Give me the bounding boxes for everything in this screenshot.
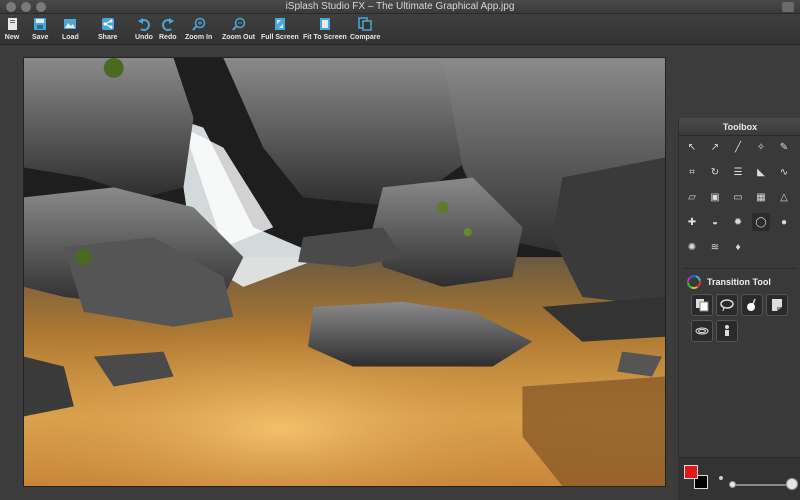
title-bar: iSplash Studio FX – The Ultimate Graphic…: [0, 0, 800, 14]
compare-button[interactable]: Compare: [350, 17, 380, 43]
brush-size-slider-track[interactable]: [733, 484, 791, 486]
waterfall-photo: [24, 58, 665, 486]
shadow-icon[interactable]: ▭: [729, 188, 747, 206]
main-toolbar: New Save Load Share Undo Redo Zoom In Zo…: [0, 14, 800, 45]
fit-to-screen-button[interactable]: Fit To Screen: [303, 17, 347, 43]
color-wheel-icon: [687, 275, 701, 289]
save-icon: [34, 18, 47, 30]
brush-size-slider-knob[interactable]: [786, 478, 798, 490]
transition-tool-header: Transition Tool: [687, 275, 771, 289]
zoom-out-button[interactable]: Zoom Out: [222, 17, 255, 43]
app-window: iSplash Studio FX – The Ultimate Graphic…: [0, 0, 800, 500]
load-icon: [64, 19, 77, 29]
compare-icon: [358, 17, 372, 31]
eraser-icon[interactable]: ▱: [683, 188, 701, 206]
zoom-in-icon: [191, 17, 205, 31]
magic-wand-icon[interactable]: ✧: [752, 138, 770, 156]
wave-icon[interactable]: ≋: [706, 238, 724, 256]
brush-icon[interactable]: ╱: [729, 138, 747, 156]
panel-divider: [683, 268, 797, 269]
person-icon[interactable]: [716, 320, 738, 342]
save-label: Save: [32, 34, 49, 41]
undo-button[interactable]: Undo: [135, 17, 153, 43]
starburst-icon[interactable]: ✹: [729, 213, 747, 231]
compare-label: Compare: [350, 34, 381, 41]
share-label: Share: [98, 34, 118, 41]
toolbox-title: Toolbox: [679, 118, 800, 136]
bandage-icon[interactable]: ✚: [683, 213, 701, 231]
curves-icon[interactable]: ∿: [775, 163, 793, 181]
rotate-icon[interactable]: ↻: [706, 163, 724, 181]
crop-icon[interactable]: ⌗: [683, 163, 701, 181]
fit-to-screen-icon: [319, 18, 330, 30]
brush-dot-icon[interactable]: [741, 294, 763, 316]
load-button[interactable]: Load: [62, 17, 79, 43]
undo-icon: [137, 18, 150, 31]
layer-copy-icon[interactable]: [691, 294, 713, 316]
full-screen-icon: [274, 18, 285, 30]
ripple-icon[interactable]: [691, 320, 713, 342]
fit-to-screen-label: Fit To Screen: [303, 34, 347, 41]
gradient-icon[interactable]: ▦: [752, 188, 770, 206]
window-title: iSplash Studio FX – The Ultimate Graphic…: [285, 1, 515, 12]
droplet-icon[interactable]: ♦: [729, 238, 747, 256]
redo-label: Redo: [159, 34, 177, 41]
radial-gradient-icon[interactable]: ●: [775, 213, 793, 231]
share-button[interactable]: Share: [98, 17, 117, 43]
foreground-color-swatch[interactable]: [684, 465, 698, 479]
zoom-out-icon: [231, 17, 245, 31]
paint-bucket-icon[interactable]: ◣: [752, 163, 770, 181]
undo-label: Undo: [135, 34, 153, 41]
eyedropper-icon[interactable]: ↗: [706, 138, 724, 156]
pencil-icon[interactable]: ✎: [775, 138, 793, 156]
redo-icon: [161, 18, 174, 31]
save-button[interactable]: Save: [32, 17, 48, 43]
page-curl-icon[interactable]: [766, 294, 788, 316]
zoom-in-button[interactable]: Zoom In: [185, 17, 212, 43]
full-screen-button[interactable]: Full Screen: [261, 17, 299, 43]
full-screen-label: Full Screen: [261, 34, 299, 41]
load-label: Load: [62, 34, 79, 41]
sparkle-icon[interactable]: ✺: [683, 238, 701, 256]
redo-button[interactable]: Redo: [159, 17, 177, 43]
new-doc-icon: [8, 18, 17, 30]
zoom-out-label: Zoom Out: [222, 34, 256, 41]
levels-icon[interactable]: ☰: [729, 163, 747, 181]
stamp-icon[interactable]: ▣: [706, 188, 724, 206]
select-arrow-icon[interactable]: ↖: [683, 138, 701, 156]
new-button[interactable]: New: [4, 17, 20, 43]
lasso-icon[interactable]: [716, 294, 738, 316]
circle-icon[interactable]: ◯: [752, 213, 770, 231]
share-icon: [101, 18, 114, 30]
fullscreen-toggle-button[interactable]: [782, 2, 794, 12]
zoom-in-label: Zoom In: [185, 34, 213, 41]
blend-icon[interactable]: ◒: [706, 213, 724, 231]
new-label: New: [4, 34, 20, 41]
color-slider-area: [678, 457, 800, 500]
toolbox-panel: Toolbox ↖ ↗ ╱ ✧ ✎ ⌗ ↻ ☰ ◣ ∿ ▱ ▣ ▭ ▦ △ ✚ …: [678, 118, 800, 500]
transition-tool-title: Transition Tool: [707, 277, 771, 287]
slider-min-dot: [719, 476, 723, 480]
image-canvas[interactable]: [23, 57, 666, 487]
triangle-icon[interactable]: △: [775, 188, 793, 206]
brush-size-min-knob[interactable]: [729, 481, 736, 488]
